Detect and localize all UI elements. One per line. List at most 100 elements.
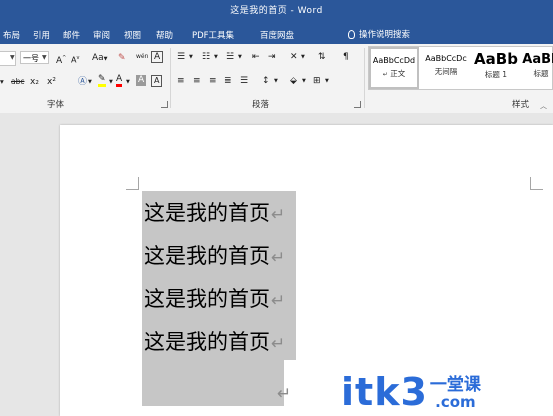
style-no-spacing[interactable]: AaBbCcDc 无间隔: [421, 47, 471, 89]
watermark-com: .com: [435, 393, 476, 411]
align-center-icon[interactable]: ≡: [193, 75, 201, 87]
character-shading-button[interactable]: A: [136, 75, 147, 86]
style-name: 标题 1: [484, 70, 508, 79]
strikethrough-button[interactable]: abc: [11, 76, 24, 88]
chinese-layout-dropdown-icon[interactable]: ▼: [301, 51, 305, 63]
group-separator: [170, 48, 171, 108]
document-paragraph[interactable]: 这是我的首页↵: [144, 200, 285, 228]
numbering-icon[interactable]: ☷: [202, 51, 210, 63]
style-title[interactable]: AaBk 标题: [521, 47, 553, 89]
paragraph-mark: ↵: [271, 205, 286, 225]
styles-gallery[interactable]: AaBbCcDd ↵ 正文 AaBbCcDc 无间隔 AaBb 标题 1 AaB…: [368, 46, 553, 90]
sort-icon[interactable]: ⇅: [318, 51, 326, 63]
paragraph-text: 这是我的首页: [144, 244, 270, 268]
paragraph-text: 这是我的首页: [144, 287, 270, 311]
selection-highlight: [142, 360, 284, 406]
highlight-icon[interactable]: ✎: [98, 74, 106, 87]
enclose-character-button[interactable]: A: [151, 51, 164, 63]
collapse-ribbon-icon[interactable]: ︿: [540, 101, 547, 111]
underline-dropdown-icon[interactable]: ▾: [0, 76, 4, 88]
tab-review[interactable]: 审阅: [93, 29, 110, 41]
justify-icon[interactable]: ≣: [224, 75, 232, 87]
site-watermark: itk3 一堂课 .com: [341, 362, 481, 414]
borders-icon[interactable]: ⊞: [313, 75, 321, 87]
paragraph-mark: ↵: [271, 291, 286, 311]
align-left-icon[interactable]: ≡: [177, 75, 185, 87]
shading-icon[interactable]: ⬙: [290, 75, 297, 87]
style-name: ↵ 正文: [382, 69, 406, 78]
multilevel-list-icon[interactable]: ☱: [226, 51, 234, 63]
font-group-label: 字体: [47, 100, 65, 110]
line-spacing-icon[interactable]: ↕: [262, 75, 270, 87]
character-border-icon[interactable]: A: [151, 75, 163, 87]
style-sample: AaBbCcDc: [425, 54, 467, 63]
superscript-button[interactable]: x²: [47, 76, 56, 88]
watermark-main: itk3: [341, 370, 428, 414]
paragraph-group-label: 段落: [252, 100, 270, 110]
styles-group-label: 样式: [512, 100, 530, 110]
line-spacing-dropdown-icon[interactable]: ▼: [274, 75, 278, 87]
decrease-indent-icon[interactable]: ⇤: [252, 51, 260, 63]
paragraph-mark: ↵: [271, 248, 286, 268]
show-marks-icon[interactable]: ¶: [343, 51, 349, 63]
align-right-icon[interactable]: ≡: [209, 75, 217, 87]
style-name: 无间隔: [434, 67, 458, 76]
title-bar: 这是我的首页 - Word 布局 引用 邮件 审阅 视图 帮助 PDF工具集 百…: [0, 0, 553, 44]
bullets-icon[interactable]: ☰: [177, 51, 185, 63]
increase-indent-icon[interactable]: ⇥: [268, 51, 276, 63]
font-color-dropdown-icon[interactable]: ▼: [126, 76, 130, 88]
paragraph-mark: ↵: [271, 334, 286, 354]
distributed-icon[interactable]: ☰: [240, 75, 248, 87]
grow-font-button[interactable]: A^: [56, 52, 66, 67]
chinese-layout-icon[interactable]: ✕: [290, 51, 298, 63]
watermark-cn: 一堂课: [429, 375, 481, 395]
font-size-value: 一号: [23, 54, 39, 63]
highlight-dropdown-icon[interactable]: ▼: [109, 76, 113, 88]
text-effects-dropdown-icon[interactable]: ▼: [88, 76, 92, 88]
font-name-dropdown-icon[interactable]: ▼: [10, 54, 15, 61]
font-color-button[interactable]: A: [116, 74, 123, 87]
clear-formatting-icon[interactable]: ✎: [118, 52, 126, 64]
borders-dropdown-icon[interactable]: ▼: [325, 75, 329, 87]
group-separator: [364, 48, 365, 108]
numbering-dropdown-icon[interactable]: ▼: [214, 51, 218, 63]
paragraph-text: 这是我的首页: [144, 330, 270, 354]
font-dialog-launcher[interactable]: [161, 101, 168, 108]
shrink-font-button[interactable]: Av: [71, 52, 79, 67]
tell-me-search[interactable]: 操作说明搜索: [348, 28, 410, 40]
document-paragraph[interactable]: 这是我的首页↵: [144, 329, 285, 357]
style-name: 标题: [533, 69, 549, 78]
tab-view[interactable]: 视图: [124, 29, 141, 41]
tab-baidu-netdisk[interactable]: 百度网盘: [260, 29, 294, 41]
tab-references[interactable]: 引用: [33, 29, 50, 41]
ribbon: ▼ 一号 ▼ A^ Av Aa▼ ✎ wén A ▾ abc x₂ x² Ⓐ ▼…: [0, 44, 553, 114]
crop-mark-top-left: [126, 177, 139, 190]
text-effects-icon[interactable]: Ⓐ: [78, 76, 87, 88]
empty-paragraph-mark[interactable]: ↵: [277, 384, 291, 404]
document-paragraph[interactable]: 这是我的首页↵: [144, 286, 285, 314]
style-sample: AaBk: [522, 52, 553, 67]
font-size-dropdown-icon[interactable]: ▼: [42, 54, 47, 61]
paragraph-dialog-launcher[interactable]: [354, 101, 361, 108]
document-paragraph[interactable]: 这是我的首页↵: [144, 243, 285, 271]
style-heading-1[interactable]: AaBb 标题 1: [473, 47, 519, 89]
tell-me-label: 操作说明搜索: [359, 30, 411, 40]
watermark-side: 一堂课 .com: [430, 376, 481, 410]
style-sample: AaBbCcDd: [372, 56, 416, 65]
tab-help[interactable]: 帮助: [156, 29, 173, 41]
multilevel-dropdown-icon[interactable]: ▼: [238, 51, 242, 63]
change-case-button[interactable]: Aa▼: [92, 52, 108, 65]
crop-mark-top-right: [530, 177, 543, 190]
paragraph-text: 这是我的首页: [144, 201, 270, 225]
style-sample: AaBb: [474, 50, 518, 68]
window-title: 这是我的首页 - Word: [230, 6, 323, 16]
subscript-button[interactable]: x₂: [30, 76, 39, 88]
tab-layout[interactable]: 布局: [3, 29, 20, 41]
style-normal[interactable]: AaBbCcDd ↵ 正文: [369, 47, 419, 89]
phonetic-guide-button[interactable]: wén: [136, 50, 148, 63]
bullets-dropdown-icon[interactable]: ▼: [189, 51, 193, 63]
tab-mailings[interactable]: 邮件: [63, 29, 80, 41]
tab-pdf-tools[interactable]: PDF工具集: [192, 29, 234, 41]
shading-dropdown-icon[interactable]: ▼: [302, 75, 306, 87]
lightbulb-icon: [348, 29, 355, 39]
